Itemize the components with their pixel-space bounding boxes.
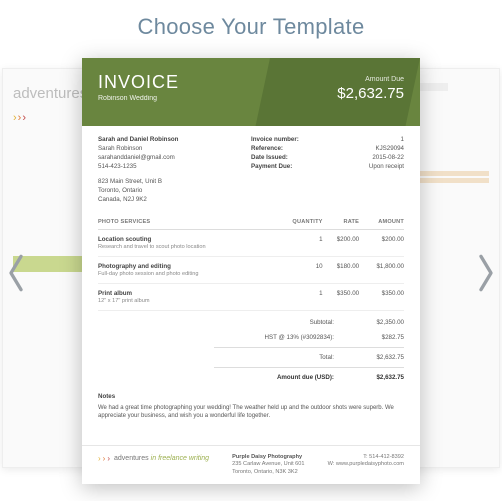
invoice-meta-block: Invoice number:1 Reference:KJS29094 Date…: [251, 136, 404, 205]
amount-due-value: $2,632.75: [337, 85, 404, 102]
chevron-left-icon: [6, 253, 26, 293]
invoice-template-preview[interactable]: INVOICE Robinson Wedding Amount Due $2,6…: [82, 58, 420, 484]
table-row: Photography and editingFull-day photo se…: [98, 256, 404, 283]
col-rate: RATE: [323, 215, 359, 230]
totals-block: Subtotal:$2,350.00 HST @ 13% (#3092834):…: [98, 315, 404, 385]
footer-brand-logo: ››› adventures in freelance writing: [98, 454, 209, 463]
carousel-prev-button[interactable]: [2, 243, 30, 303]
col-amount: AMOUNT: [359, 215, 404, 230]
table-row: Location scoutingResearch and travel to …: [98, 229, 404, 256]
col-service: PHOTO SERVICES: [98, 215, 273, 230]
notes-block: Notes We had a great time photographing …: [98, 393, 404, 420]
page-heading: Choose Your Template: [0, 0, 502, 58]
invoice-footer: ››› adventures in freelance writing Purp…: [82, 445, 420, 484]
footer-address: Purple Daisy Photography 235 Carlaw Aven…: [232, 454, 304, 476]
bill-to-block: Sarah and Daniel Robinson Sarah Robinson…: [98, 136, 239, 205]
amount-due-label: Amount Due: [337, 76, 404, 83]
carousel-next-button[interactable]: [472, 243, 500, 303]
footer-contact: T: 514-412-8392 W: www.purpledaisyphoto.…: [328, 454, 404, 469]
template-carousel: adventures ››› INVOICE Robinson Wedding …: [0, 58, 502, 488]
chevron-right-icon: [476, 253, 496, 293]
line-items-table: PHOTO SERVICES QUANTITY RATE AMOUNT Loca…: [98, 215, 404, 311]
table-row: Print album12" x 17" print album 1 $350.…: [98, 283, 404, 310]
invoice-header: INVOICE Robinson Wedding Amount Due $2,6…: [82, 58, 420, 126]
col-quantity: QUANTITY: [273, 215, 322, 230]
